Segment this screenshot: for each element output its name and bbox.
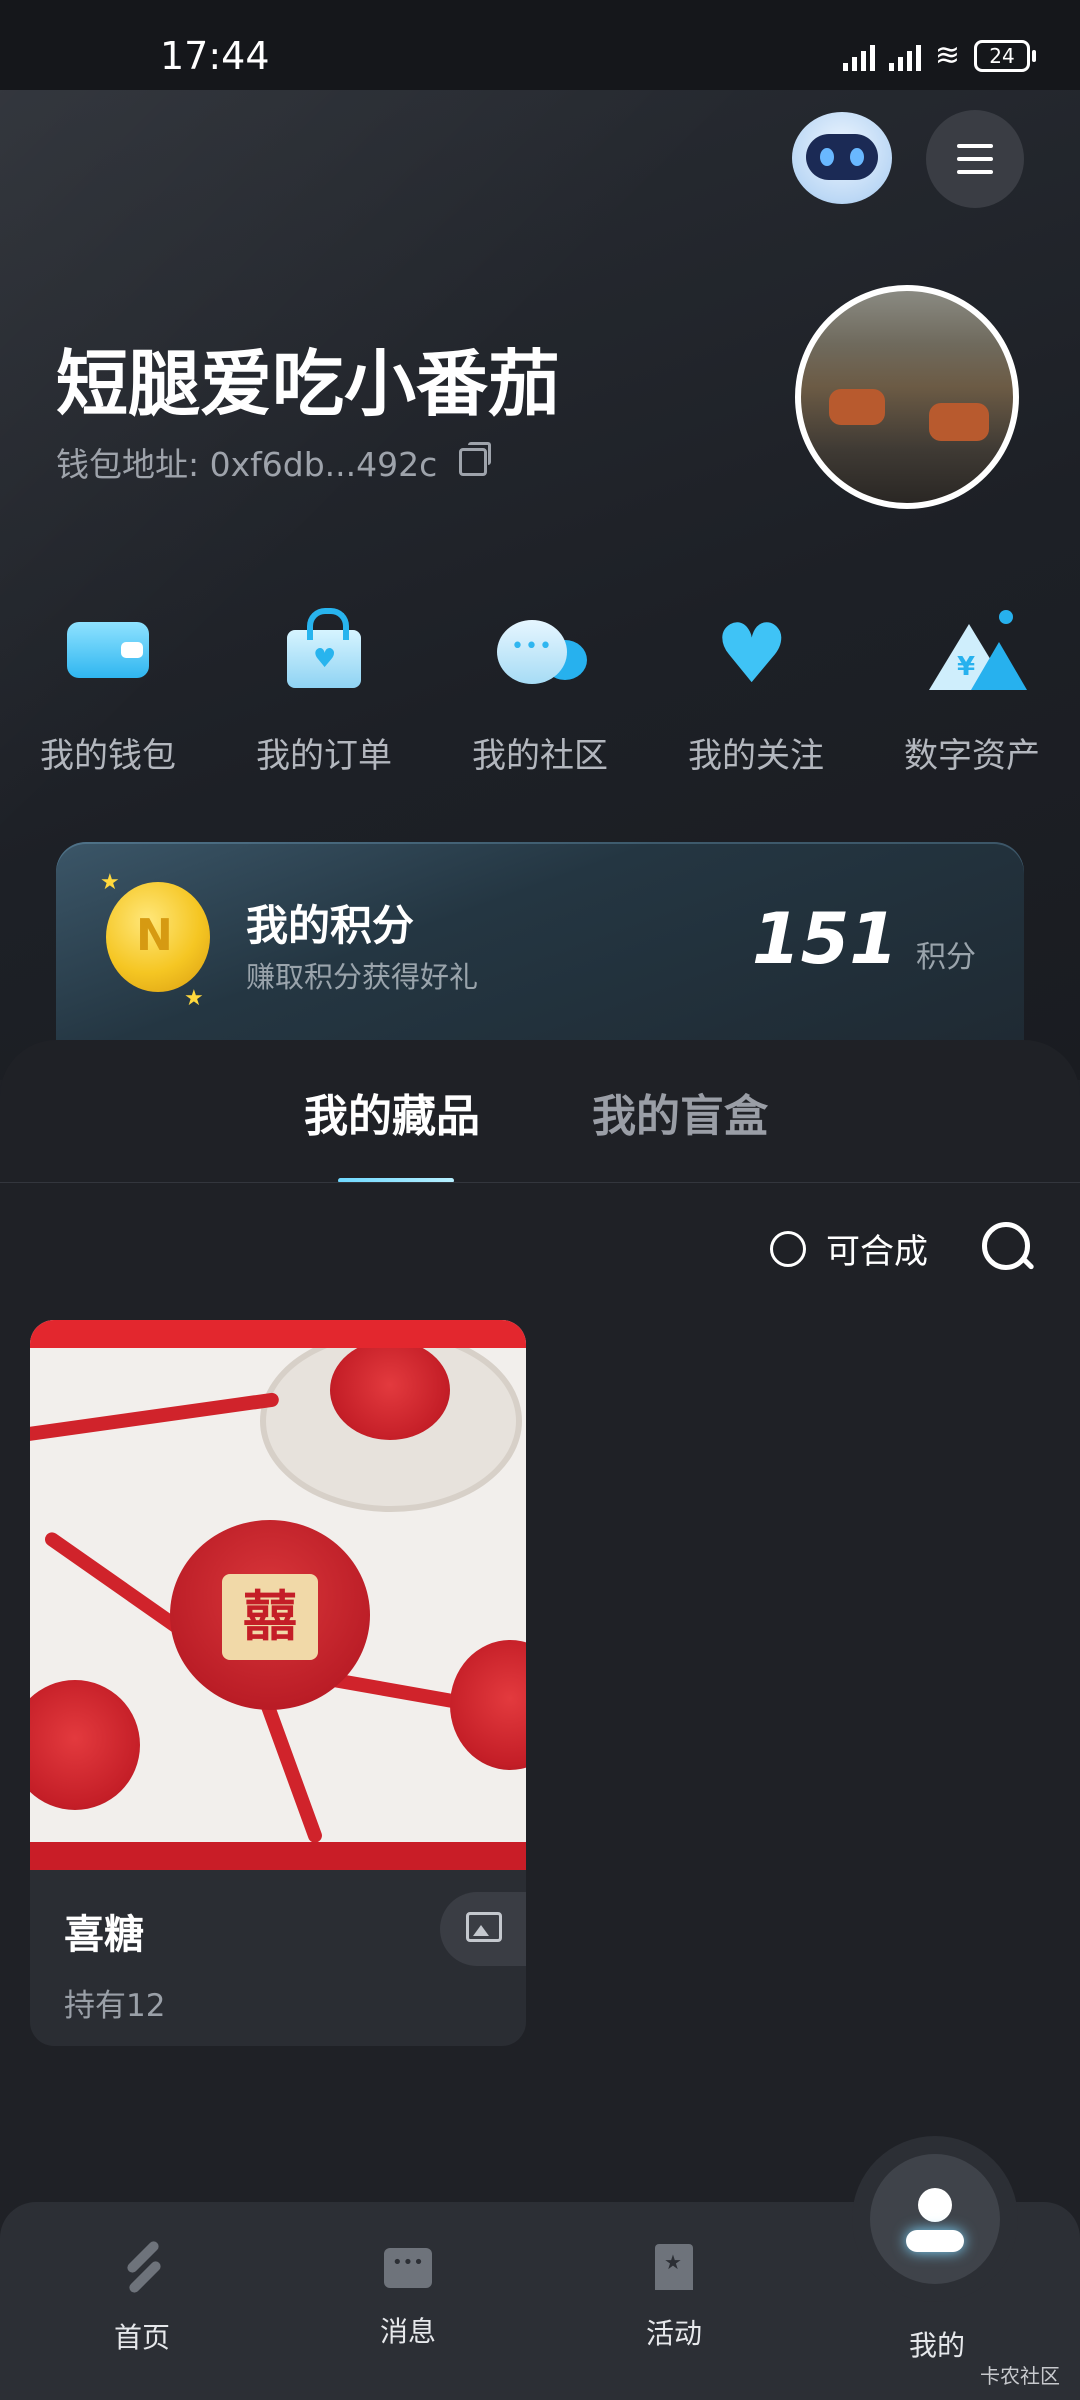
robot-eye (820, 148, 834, 166)
signal-icon (842, 41, 875, 71)
divider (0, 1182, 1080, 1183)
wifi-icon: ≋ (934, 38, 960, 73)
username: 短腿爱吃小番茄 (56, 342, 561, 426)
image-icon (466, 1912, 502, 1942)
image-band (30, 1320, 526, 1348)
points-title: 我的积分 (246, 901, 415, 950)
activity-icon (655, 2244, 693, 2290)
nav-activities[interactable]: 活动 (594, 2244, 754, 2352)
image-view-button[interactable] (440, 1892, 526, 1966)
nav-label: 首页 (113, 2321, 170, 2354)
battery-icon: 24 (974, 39, 1036, 72)
shortcut-label: 我的钱包 (40, 736, 176, 776)
avatar-figure (929, 403, 989, 441)
points-subtitle: 赚取积分获得好礼 (246, 960, 479, 994)
points-value: 151 (751, 898, 898, 980)
collectible-title: 喜糖 (64, 1912, 144, 1958)
signal-icon (888, 41, 921, 71)
profile-icon (870, 2154, 1000, 2284)
menu-icon-line (957, 170, 993, 174)
image-band (30, 1842, 526, 1870)
robot-face (806, 134, 878, 180)
points-unit: 积分 (916, 940, 976, 975)
tab-my-blind-boxes[interactable]: 我的盲盒 (592, 1080, 768, 1144)
coin-icon: N (106, 882, 210, 992)
flower-decoration (30, 1680, 140, 1810)
shortcut-digital-assets[interactable]: ¥ 数字资产 (864, 600, 1080, 777)
status-bar: 17:44 ≋ 24 (0, 0, 1080, 90)
robot-eye (850, 148, 864, 166)
flower-decoration (330, 1340, 450, 1440)
nav-messages[interactable]: 消息 (328, 2244, 488, 2350)
sparkle-icon: ★ (100, 870, 120, 895)
nav-label: 消息 (379, 2315, 436, 2348)
digital-asset-icon: ¥ (923, 600, 1027, 698)
shortcut-label: 数字资产 (904, 736, 1040, 776)
ribbon (30, 1391, 280, 1443)
avatar[interactable] (795, 285, 1019, 509)
collectible-holding: 持有12 (64, 1988, 166, 2024)
copy-icon[interactable] (459, 442, 492, 476)
chat-bubble-icon (491, 600, 589, 698)
shortcut-label: 我的关注 (688, 736, 824, 776)
candy-badge: 囍 (222, 1574, 318, 1660)
flower-decoration (450, 1640, 526, 1770)
status-icons: ≋ 24 (842, 38, 1036, 73)
message-icon (384, 2248, 432, 2288)
nav-home[interactable]: 首页 (62, 2244, 222, 2356)
collectible-card[interactable]: 囍 喜糖 持有12 (30, 1320, 526, 2046)
robot-assistant-icon[interactable] (792, 112, 892, 204)
wallet-address: 钱包地址: 0xf6db...492c (56, 438, 492, 486)
sparkle-icon: ★ (184, 986, 204, 1011)
nav-profile[interactable] (852, 2136, 1018, 2302)
watermark: 卡农社区 (980, 2364, 1060, 2388)
shortcut-label: 我的订单 (256, 736, 392, 776)
synthesizable-filter[interactable]: 可合成 (770, 1224, 928, 1273)
shortcut-label: 我的社区 (472, 736, 608, 776)
wallet-address-text: 钱包地址: 0xf6db...492c (56, 445, 438, 484)
shortcut-orders[interactable]: 我的订单 (216, 600, 432, 777)
search-icon[interactable] (982, 1222, 1030, 1270)
shortcut-following[interactable]: ♥ 我的关注 (648, 600, 864, 777)
shopping-bag-icon (275, 600, 373, 698)
shortcut-row: 我的钱包 我的订单 我的社区 ♥ 我的关注 ¥ 数字资产 (0, 600, 1080, 777)
shortcut-community[interactable]: 我的社区 (432, 600, 648, 777)
points-card[interactable]: N ★ ★ 我的积分 赚取积分获得好礼 151 积分 (56, 842, 1024, 1042)
avatar-figure (829, 389, 885, 425)
home-icon (117, 2244, 167, 2294)
tab-my-collectibles[interactable]: 我的藏品 (304, 1080, 480, 1144)
wallet-icon (59, 600, 157, 698)
menu-icon-line (957, 144, 993, 148)
status-time: 17:44 (160, 34, 270, 78)
heart-icon: ♥ (715, 607, 789, 702)
filter-label: 可合成 (826, 1232, 928, 1272)
collectible-image: 囍 (30, 1320, 526, 1870)
radio-button[interactable] (770, 1230, 806, 1267)
shortcut-wallet[interactable]: 我的钱包 (0, 600, 216, 777)
nav-label-profile[interactable]: 我的 (852, 2324, 1022, 2364)
menu-icon-line (957, 157, 993, 161)
ribbon (256, 1689, 324, 1845)
nav-label: 活动 (645, 2317, 702, 2350)
menu-button[interactable] (926, 110, 1024, 208)
